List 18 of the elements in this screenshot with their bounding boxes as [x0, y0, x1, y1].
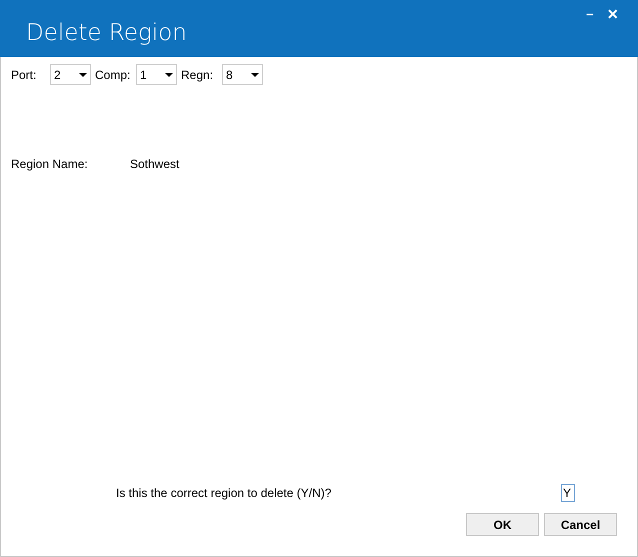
ok-button[interactable]: OK [466, 513, 539, 536]
cancel-button[interactable]: Cancel [544, 513, 617, 536]
region-name-value: Sothwest [130, 156, 180, 173]
selector-label: Port: [11, 66, 38, 84]
dropdown[interactable]: 2 [50, 64, 91, 85]
region-name-label: Region Name: [11, 156, 89, 173]
dropdown[interactable]: 1 [136, 64, 177, 85]
answer-field[interactable]: Y [561, 484, 575, 502]
dropdown-arrow-icon [165, 72, 173, 76]
dropdown-arrow-icon [251, 72, 259, 76]
selector-label: Comp: [95, 66, 132, 84]
selector-label: Regn: [181, 66, 214, 84]
confirm-question: Is this the correct region to delete (Y/N)? [116, 485, 332, 502]
dropdown[interactable]: 8 [222, 64, 263, 85]
window-title: Delete Region [26, 19, 187, 48]
close-button[interactable]: × [607, 4, 618, 24]
minimize-button[interactable]: – [586, 4, 594, 24]
dropdown-arrow-icon [79, 72, 87, 76]
